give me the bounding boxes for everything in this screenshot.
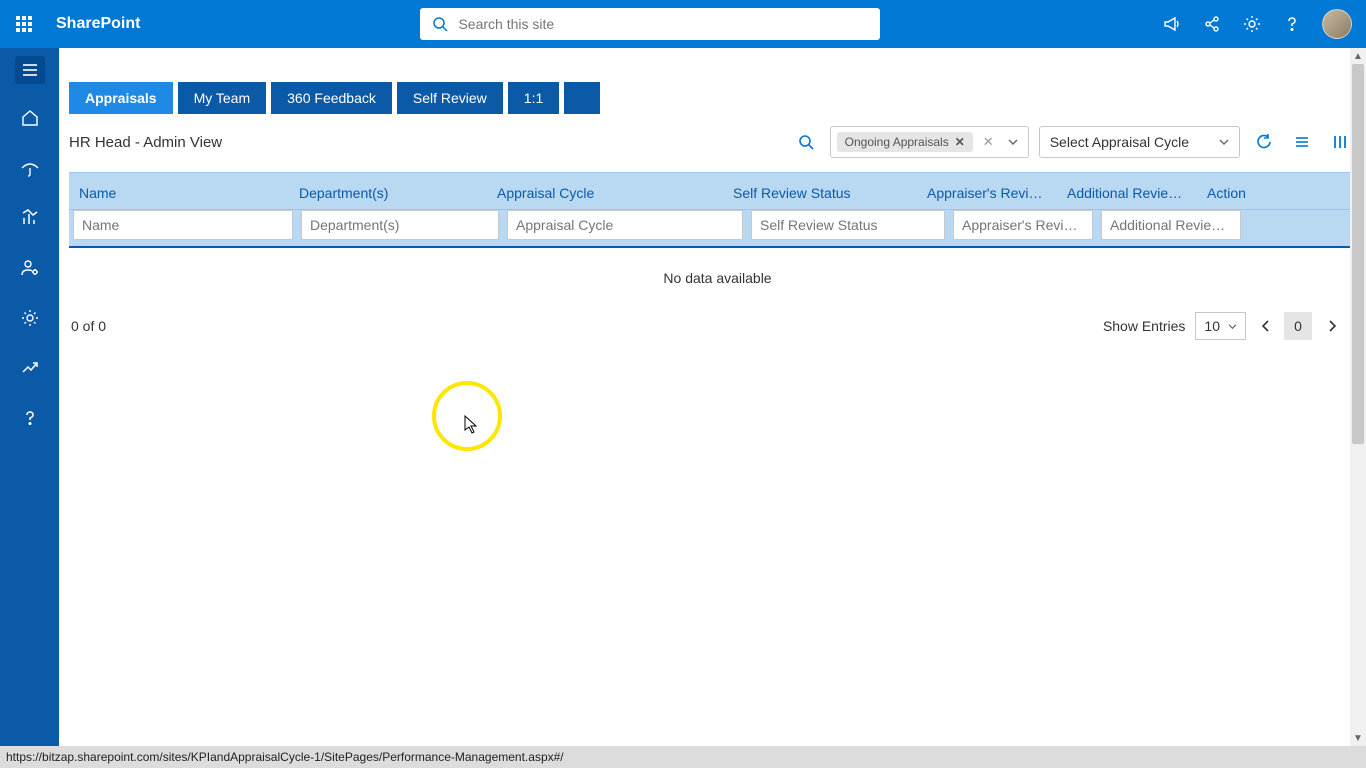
toolbar-search-icon[interactable] xyxy=(792,128,820,156)
body: Appraisals My Team 360 Feedback Self Rev… xyxy=(0,48,1366,746)
filter-additional-input[interactable] xyxy=(1101,210,1241,240)
filter-appraiser-input[interactable] xyxy=(953,210,1093,240)
toolbar: HR Head - Admin View Ongoing Appraisals … xyxy=(59,126,1366,158)
share-icon[interactable] xyxy=(1202,14,1222,34)
filter-chip-box[interactable]: Ongoing Appraisals ✕ ✕ xyxy=(830,126,1029,158)
search-icon xyxy=(432,16,448,32)
filter-cycle-input[interactable] xyxy=(507,210,743,240)
suite-header: SharePoint xyxy=(0,0,1366,48)
th-cycle[interactable]: Appraisal Cycle xyxy=(487,173,723,209)
filter-name-input[interactable] xyxy=(73,210,293,240)
page-size-select[interactable]: 10 xyxy=(1195,312,1246,340)
table-empty-text: No data available xyxy=(69,248,1366,308)
show-entries-label: Show Entries xyxy=(1103,318,1185,334)
table: Name Department(s) Appraisal Cycle Self … xyxy=(59,172,1366,308)
pager-range: 0 of 0 xyxy=(71,318,106,334)
chip-clear-all-icon[interactable]: ✕ xyxy=(979,134,998,150)
sidebar-umbrella-icon[interactable] xyxy=(10,152,50,184)
search-input[interactable] xyxy=(458,16,868,32)
filter-action-blank xyxy=(1249,210,1349,240)
table-filter-row xyxy=(69,210,1366,248)
filter-chip-label: Ongoing Appraisals xyxy=(845,135,949,149)
page-size-value: 10 xyxy=(1204,318,1220,334)
status-bar: https://bitzap.sharepoint.com/sites/KPIa… xyxy=(0,746,1366,768)
status-url: https://bitzap.sharepoint.com/sites/KPIa… xyxy=(6,750,564,764)
sidebar-home-icon[interactable] xyxy=(10,102,50,134)
filter-self-input[interactable] xyxy=(751,210,945,240)
page-title: HR Head - Admin View xyxy=(69,134,222,151)
megaphone-icon[interactable] xyxy=(1162,14,1182,34)
pager-next-button[interactable] xyxy=(1318,312,1346,340)
pager: 0 of 0 Show Entries 10 0 xyxy=(59,308,1366,340)
waffle-icon xyxy=(16,16,32,32)
chevron-down-icon xyxy=(1228,323,1237,330)
sidebar-help-icon[interactable] xyxy=(10,402,50,434)
left-sidebar xyxy=(0,48,59,746)
main-content: Appraisals My Team 360 Feedback Self Rev… xyxy=(59,48,1366,746)
list-icon[interactable] xyxy=(1288,128,1316,156)
chevron-down-icon xyxy=(1219,138,1229,146)
tab-empty[interactable] xyxy=(564,82,600,114)
th-additional[interactable]: Additional Revie… xyxy=(1057,173,1197,209)
sidebar-hamburger-button[interactable] xyxy=(15,56,45,84)
sidebar-gear-icon[interactable] xyxy=(10,302,50,334)
th-self-review[interactable]: Self Review Status xyxy=(723,173,917,209)
th-action: Action xyxy=(1197,173,1297,209)
pager-current-page: 0 xyxy=(1284,312,1312,340)
tab-self-review[interactable]: Self Review xyxy=(397,82,503,114)
filter-chip-ongoing: Ongoing Appraisals ✕ xyxy=(837,132,973,152)
filter-department-input[interactable] xyxy=(301,210,499,240)
cycle-select[interactable]: Select Appraisal Cycle xyxy=(1039,126,1240,158)
vertical-scrollbar[interactable]: ▲ ▼ xyxy=(1350,48,1366,746)
chip-remove-icon[interactable]: ✕ xyxy=(955,135,965,149)
search-box[interactable] xyxy=(420,8,880,40)
scrollbar-thumb[interactable] xyxy=(1352,64,1364,444)
help-icon[interactable] xyxy=(1282,14,1302,34)
tab-one-on-one[interactable]: 1:1 xyxy=(508,82,559,114)
th-department[interactable]: Department(s) xyxy=(289,173,487,209)
scroll-down-icon[interactable]: ▼ xyxy=(1350,730,1366,746)
th-name[interactable]: Name xyxy=(69,173,289,209)
app-launcher-button[interactable] xyxy=(0,0,48,48)
sidebar-trend-icon[interactable] xyxy=(10,352,50,384)
scroll-up-icon[interactable]: ▲ xyxy=(1350,48,1366,64)
settings-icon[interactable] xyxy=(1242,14,1262,34)
highlight-ring xyxy=(432,381,502,451)
tab-appraisals[interactable]: Appraisals xyxy=(69,82,173,114)
module-tabs: Appraisals My Team 360 Feedback Self Rev… xyxy=(69,82,1366,114)
cycle-select-label: Select Appraisal Cycle xyxy=(1050,134,1189,150)
refresh-icon[interactable] xyxy=(1250,128,1278,156)
chip-caret-icon[interactable] xyxy=(1004,133,1022,151)
pager-prev-button[interactable] xyxy=(1252,312,1280,340)
header-actions xyxy=(1162,9,1366,39)
sidebar-chart-icon[interactable] xyxy=(10,202,50,234)
th-appraiser[interactable]: Appraiser's Revie… xyxy=(917,173,1057,209)
table-header-row: Name Department(s) Appraisal Cycle Self … xyxy=(69,172,1366,210)
brand-label[interactable]: SharePoint xyxy=(56,15,140,33)
tab-360-feedback[interactable]: 360 Feedback xyxy=(271,82,392,114)
tab-my-team[interactable]: My Team xyxy=(178,82,267,114)
user-avatar[interactable] xyxy=(1322,9,1352,39)
sidebar-user-gear-icon[interactable] xyxy=(10,252,50,284)
cursor-icon xyxy=(464,415,480,435)
